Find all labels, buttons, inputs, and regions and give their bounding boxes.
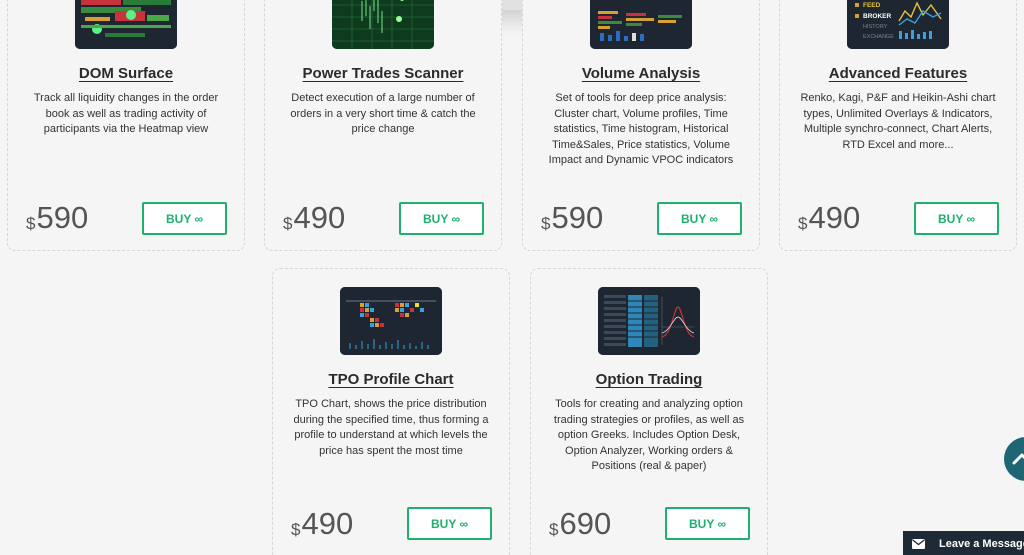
product-card-tpo-profile-chart: TPO Profile Chart TPO Chart, shows the p… <box>272 268 510 555</box>
option-trading-thumbnail <box>598 287 700 355</box>
price-amount: 590 <box>36 200 89 235</box>
currency-symbol: $ <box>541 214 551 233</box>
product-title[interactable]: DOM Surface <box>8 65 244 82</box>
currency-symbol: $ <box>283 214 293 233</box>
product-description: Renko, Kagi, P&F and Heikin-Ashi chart t… <box>800 92 996 151</box>
leave-message-chat-bar[interactable]: Leave a Message <box>903 531 1024 555</box>
product-card-option-trading: Option Trading Tools for creating and an… <box>530 268 768 555</box>
price-amount: 490 <box>808 200 861 235</box>
dom-surface-thumbnail <box>75 0 177 49</box>
price-amount: 490 <box>293 200 346 235</box>
product-card-advanced-features: FEED BROKER HISTORY EXCHANGE Advanced Fe… <box>779 0 1017 251</box>
product-title[interactable]: Power Trades Scanner <box>265 65 501 82</box>
buy-button[interactable]: BUY ∞ <box>407 507 492 540</box>
product-price: $ 590 <box>541 200 603 236</box>
tpo-profile-thumbnail <box>340 287 442 355</box>
volume-analysis-thumbnail <box>590 0 692 49</box>
buy-button[interactable]: BUY ∞ <box>914 202 999 235</box>
currency-symbol: $ <box>291 520 301 539</box>
chevron-up-icon <box>1012 453 1024 465</box>
product-description: Track all liquidity changes in the order… <box>33 92 219 135</box>
product-description: TPO Chart, shows the price distribution … <box>293 398 489 457</box>
power-trades-thumbnail <box>332 0 434 49</box>
product-card-power-trades-scanner: Power Trades Scanner Detect execution of… <box>264 0 502 251</box>
product-card-dom-surface: DOM Surface Track all liquidity changes … <box>7 0 245 251</box>
product-price: $ 490 <box>798 200 860 236</box>
thumb-label-feed: FEED <box>863 2 881 9</box>
product-title[interactable]: Volume Analysis <box>523 65 759 82</box>
thumb-label-history: HISTORY <box>863 24 888 30</box>
price-amount: 590 <box>551 200 604 235</box>
scroll-to-top-button[interactable] <box>1004 437 1024 481</box>
product-title[interactable]: TPO Profile Chart <box>273 371 509 388</box>
product-title[interactable]: Option Trading <box>531 371 767 388</box>
currency-symbol: $ <box>26 214 36 233</box>
thumb-label-exchange: EXCHANGE <box>863 34 894 40</box>
product-description: Detect execution of a large number of or… <box>290 92 476 135</box>
product-price: $ 490 <box>283 200 345 236</box>
leave-message-label: Leave a Message <box>939 538 1024 550</box>
thumb-label-broker: BROKER <box>863 13 891 20</box>
buy-button[interactable]: BUY ∞ <box>399 202 484 235</box>
price-amount: 690 <box>559 506 612 541</box>
envelope-icon <box>912 539 925 549</box>
product-price: $ 590 <box>26 200 88 236</box>
product-card-volume-analysis: Volume Analysis Set of tools for deep pr… <box>522 0 760 251</box>
buy-button[interactable]: BUY ∞ <box>142 202 227 235</box>
product-title[interactable]: Advanced Features <box>780 65 1016 82</box>
product-description: Set of tools for deep price analysis: Cl… <box>548 92 734 166</box>
product-price: $ 690 <box>549 506 611 542</box>
buy-button[interactable]: BUY ∞ <box>657 202 742 235</box>
price-amount: 490 <box>301 506 354 541</box>
product-description: Tools for creating and analyzing option … <box>553 398 745 472</box>
currency-symbol: $ <box>798 214 808 233</box>
buy-button[interactable]: BUY ∞ <box>665 507 750 540</box>
advanced-features-thumbnail: FEED BROKER HISTORY EXCHANGE <box>847 0 949 49</box>
product-price: $ 490 <box>291 506 353 542</box>
currency-symbol: $ <box>549 520 559 539</box>
